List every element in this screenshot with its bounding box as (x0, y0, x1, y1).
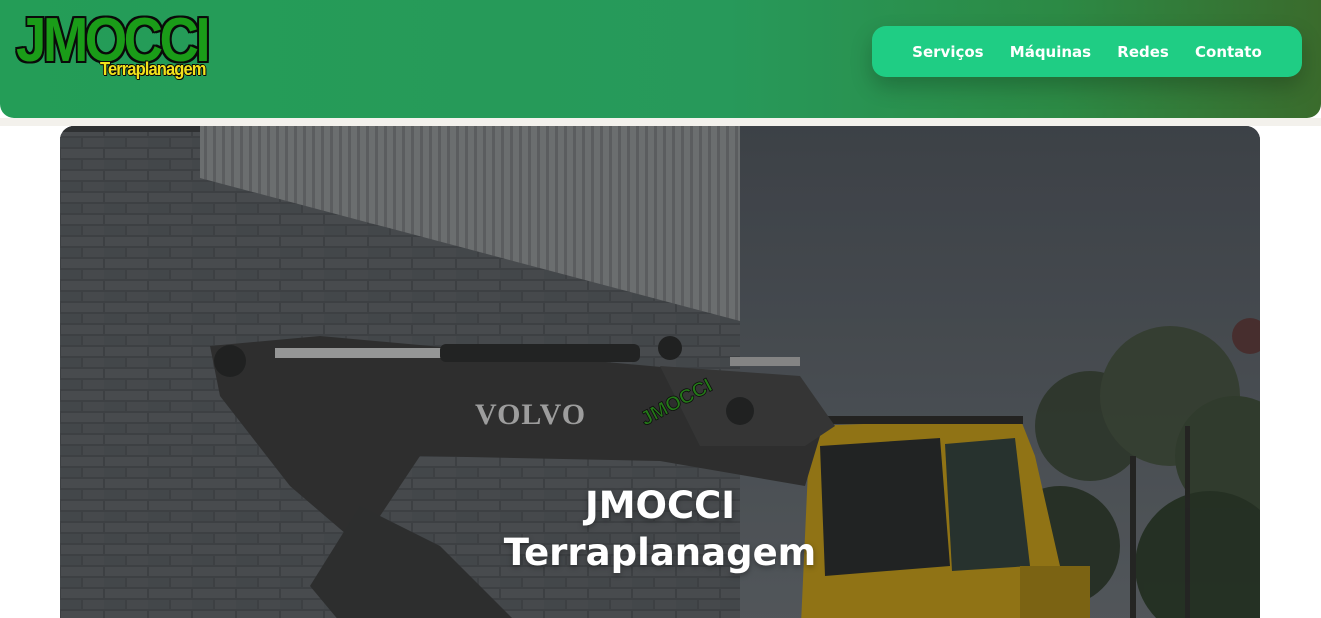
hero-banner: VOLVO JMOCCI JMOCCI Terraplanagem (60, 126, 1260, 618)
main-nav: Serviços Máquinas Redes Contato (872, 26, 1302, 77)
nav-link-maquinas[interactable]: Máquinas (1010, 43, 1091, 61)
site-header: JMOCCI Terraplanagem Serviços Máquinas R… (0, 0, 1321, 118)
logo-tagline: Terraplanagem (100, 59, 206, 79)
nav-link-contato[interactable]: Contato (1195, 43, 1262, 61)
nav-link-redes[interactable]: Redes (1117, 43, 1169, 61)
hero-title-line2: Terraplanagem (503, 531, 817, 574)
nav-link-servicos[interactable]: Serviços (912, 43, 983, 61)
header-divider (0, 118, 1321, 126)
brand-logo[interactable]: JMOCCI Terraplanagem (16, 10, 211, 82)
hero-title-line1: JMOCCI (584, 484, 736, 527)
hero-title: JMOCCI Terraplanagem (60, 482, 1260, 576)
